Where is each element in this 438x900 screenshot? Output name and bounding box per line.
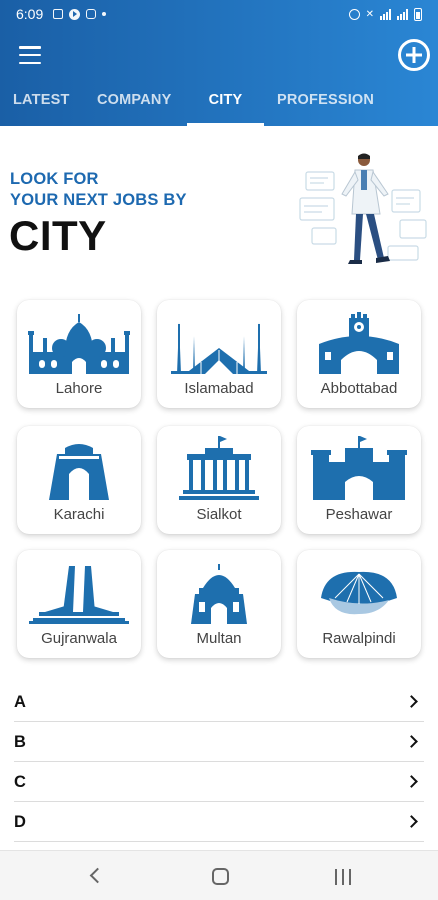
- toolbar: [0, 34, 438, 78]
- city-card-abbottabad[interactable]: Abbottabad: [297, 300, 421, 408]
- city-card-gujranwala[interactable]: Gujranwala: [17, 550, 141, 658]
- hero-banner: LOOK FOR YOUR NEXT JOBS BY CITY: [0, 126, 438, 291]
- city-card-sialkot[interactable]: Sialkot: [157, 426, 281, 534]
- gallery-icon: [53, 9, 64, 19]
- system-nav-bar: [0, 850, 438, 900]
- app-header: 6:09 ✕ LATEST COMPANY CITY PROFESSION: [0, 0, 438, 126]
- hero-title: CITY: [9, 212, 107, 259]
- alphabet-row-d[interactable]: D: [14, 802, 424, 842]
- city-card-lahore[interactable]: Lahore: [17, 300, 141, 408]
- tab-latest[interactable]: LATEST: [13, 86, 70, 126]
- alphabet-row-a[interactable]: A: [14, 682, 424, 722]
- status-time: 6:09: [16, 6, 44, 22]
- mazar-e-quaid-icon: [49, 444, 109, 500]
- tab-company[interactable]: COMPANY: [97, 86, 171, 126]
- alphabet-letter: A: [14, 693, 26, 711]
- colonnade-building-icon: [179, 436, 259, 500]
- city-card-karachi[interactable]: Karachi: [17, 426, 141, 534]
- city-label: Gujranwala: [41, 630, 117, 647]
- home-icon[interactable]: [212, 868, 229, 885]
- instagram-icon: [86, 9, 97, 19]
- alphabet-letter: C: [14, 773, 26, 791]
- city-label: Islamabad: [184, 380, 254, 397]
- city-label: Peshawar: [325, 506, 393, 523]
- clock-tower-gate-icon: [319, 312, 399, 374]
- city-card-rawalpindi[interactable]: Rawalpindi: [297, 550, 421, 658]
- notification-dot-icon: [102, 12, 107, 16]
- city-card-islamabad[interactable]: Islamabad: [157, 300, 281, 408]
- bab-e-khyber-icon: [311, 436, 407, 500]
- lte-signal-icon: [380, 8, 391, 20]
- menu-icon[interactable]: [19, 46, 41, 64]
- city-card-peshawar[interactable]: Peshawar: [297, 426, 421, 534]
- faisal-mosque-icon: [171, 322, 267, 374]
- back-icon[interactable]: [89, 867, 106, 884]
- chevron-right-icon: [405, 735, 418, 748]
- tab-profession[interactable]: PROFESSION: [277, 86, 374, 126]
- city-label: Rawalpindi: [322, 630, 396, 647]
- alphabet-letter: D: [14, 813, 26, 831]
- monument-icon: [29, 566, 129, 624]
- chevron-right-icon: [405, 815, 418, 828]
- alphabet-row-c[interactable]: C: [14, 762, 424, 802]
- chevron-right-icon: [405, 695, 418, 708]
- canopy-monument-icon: [321, 571, 397, 615]
- tab-bar: LATEST COMPANY CITY PROFESSION: [0, 86, 438, 126]
- hero-subtitle-line1: LOOK FOR: [10, 170, 99, 188]
- tomb-icon: [191, 564, 247, 624]
- alarm-icon: [348, 8, 360, 20]
- signal-icon: [397, 8, 408, 20]
- status-bar: 6:09 ✕: [0, 0, 438, 28]
- city-label: Sialkot: [196, 506, 242, 523]
- play-icon: [69, 8, 81, 20]
- battery-icon: [414, 7, 422, 21]
- businessman-illustration: [299, 153, 427, 264]
- recents-icon[interactable]: [335, 869, 351, 885]
- mute-icon: ✕: [365, 8, 374, 20]
- alphabet-row-b[interactable]: B: [14, 722, 424, 762]
- alphabet-letter: B: [14, 733, 26, 751]
- hero-subtitle-line2: YOUR NEXT JOBS BY: [10, 191, 187, 209]
- badshahi-mosque-icon: [28, 314, 130, 374]
- city-label: Abbottabad: [320, 380, 398, 397]
- city-card-multan[interactable]: Multan: [157, 550, 281, 658]
- chevron-right-icon: [405, 775, 418, 788]
- city-label: Multan: [196, 630, 242, 647]
- tab-city[interactable]: CITY: [187, 86, 264, 126]
- add-circle-icon[interactable]: [398, 39, 430, 71]
- city-label: Karachi: [53, 506, 105, 523]
- city-label: Lahore: [55, 380, 103, 397]
